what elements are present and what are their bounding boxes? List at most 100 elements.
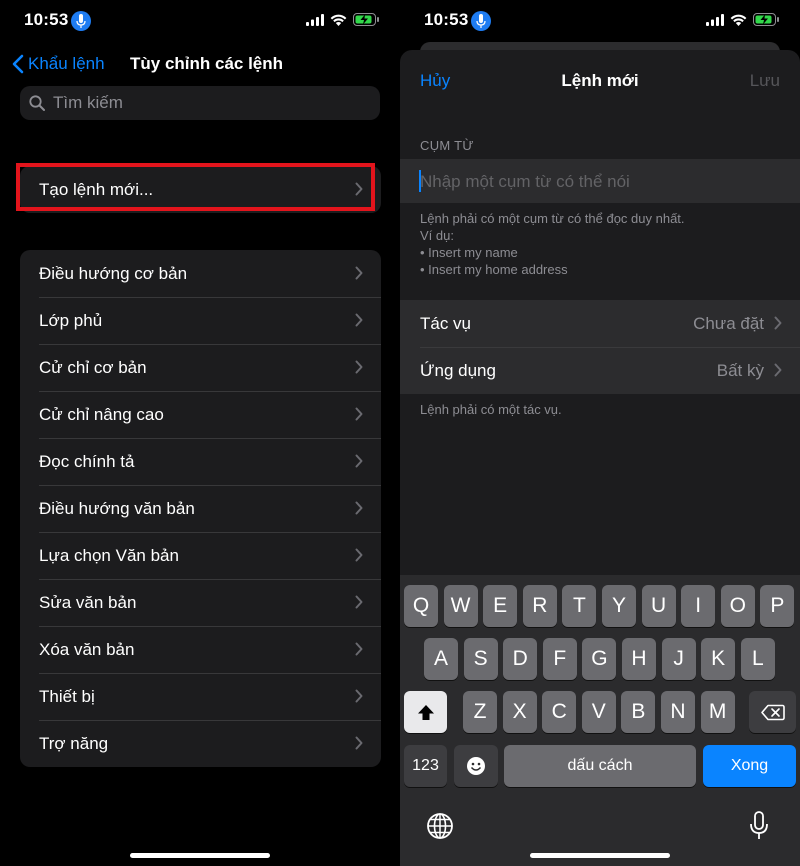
- letter-key[interactable]: B: [621, 691, 656, 733]
- command-category-row[interactable]: Điều hướng cơ bản: [20, 250, 381, 297]
- command-category-row[interactable]: Trợ năng: [20, 720, 381, 767]
- letter-key[interactable]: F: [542, 638, 577, 680]
- chevron-right-icon: [774, 316, 782, 335]
- command-category-row[interactable]: Lớp phủ: [20, 297, 381, 344]
- letter-key[interactable]: S: [463, 638, 498, 680]
- space-key[interactable]: dấu cách: [504, 745, 696, 787]
- help-line: Lệnh phải có một cụm từ có thể đọc duy n…: [420, 211, 685, 226]
- wifi-icon: [330, 14, 347, 26]
- status-indicators: [706, 13, 780, 26]
- status-bar: 10:53: [0, 0, 400, 44]
- globe-icon[interactable]: [426, 812, 454, 845]
- command-category-row[interactable]: Cử chỉ nâng cao: [20, 391, 381, 438]
- option-row[interactable]: Tác vụ Chưa đặt: [400, 300, 800, 347]
- command-category-row[interactable]: Cử chỉ cơ bản: [20, 344, 381, 391]
- command-category-row[interactable]: Lựa chọn Văn bản: [20, 532, 381, 579]
- letter-key[interactable]: C: [542, 691, 577, 733]
- letter-key[interactable]: N: [661, 691, 695, 733]
- letter-key[interactable]: E: [483, 585, 518, 627]
- letter-key[interactable]: L: [740, 638, 775, 680]
- command-category-label: Cử chỉ nâng cao: [39, 404, 164, 424]
- back-button-label: Khẩu lệnh: [28, 54, 105, 73]
- command-category-label: Thiết bị: [39, 686, 95, 706]
- option-value: Bất kỳ: [716, 361, 764, 380]
- backspace-icon: [760, 704, 785, 720]
- letter-key[interactable]: R: [522, 585, 557, 627]
- help-line: • Insert my home address: [420, 262, 568, 277]
- chevron-right-icon: [774, 363, 782, 382]
- command-category-label: Lựa chọn Văn bản: [39, 545, 179, 565]
- shift-key[interactable]: [404, 691, 447, 733]
- chevron-right-icon: [355, 266, 363, 285]
- letter-key[interactable]: Y: [602, 585, 636, 627]
- letter-key[interactable]: W: [443, 585, 478, 627]
- voice-commands-screen: 10:53 Khẩu lệnh Tùy chỉnh các lệnh Tìm k…: [0, 0, 400, 866]
- letter-key[interactable]: O: [720, 585, 755, 627]
- command-category-row[interactable]: Xóa văn bản: [20, 626, 381, 673]
- battery-charging-icon: [753, 13, 779, 26]
- letter-key[interactable]: T: [562, 585, 597, 627]
- chevron-right-icon: [355, 642, 363, 661]
- letter-key[interactable]: X: [502, 691, 537, 733]
- emoji-icon: [467, 757, 485, 775]
- letter-key[interactable]: H: [622, 638, 656, 680]
- done-key[interactable]: Xong: [703, 745, 796, 787]
- letter-key[interactable]: G: [582, 638, 617, 680]
- chevron-left-icon: [12, 54, 24, 74]
- chevron-right-icon: [355, 595, 363, 614]
- chevron-right-icon: [355, 501, 363, 520]
- save-button[interactable]: Lưu: [750, 71, 780, 91]
- option-value: Chưa đặt: [693, 314, 764, 333]
- search-placeholder: Tìm kiếm: [53, 93, 123, 112]
- dictation-mic-icon[interactable]: [749, 811, 769, 846]
- command-category-label: Xóa văn bản: [39, 639, 135, 659]
- cellular-signal-icon: [306, 13, 324, 26]
- letter-key[interactable]: D: [503, 638, 538, 680]
- command-category-label: Đọc chính tả: [39, 451, 135, 471]
- phrase-placeholder: Nhập một cụm từ có thể nói: [420, 172, 630, 191]
- navigation-bar: Khẩu lệnh Tùy chỉnh các lệnh: [0, 44, 400, 84]
- command-category-label: Lớp phủ: [39, 310, 103, 330]
- command-category-row[interactable]: Điều hướng văn bản: [20, 485, 381, 532]
- status-indicators: [306, 13, 380, 26]
- phrase-input[interactable]: Nhập một cụm từ có thể nói: [400, 159, 800, 203]
- letter-key[interactable]: V: [581, 691, 616, 733]
- microphone-icon: [471, 11, 491, 31]
- home-indicator: [130, 853, 270, 858]
- command-category-row[interactable]: Thiết bị: [20, 673, 381, 720]
- letter-key[interactable]: U: [641, 585, 676, 627]
- sheet-title: Lệnh mới: [561, 71, 639, 90]
- numbers-key[interactable]: 123: [404, 745, 447, 787]
- delete-key[interactable]: [749, 691, 796, 733]
- red-highlight-box: [16, 163, 375, 211]
- letter-key[interactable]: Q: [404, 585, 438, 627]
- chevron-right-icon: [355, 407, 363, 426]
- status-time: 10:53: [424, 10, 469, 29]
- search-icon: [29, 95, 45, 111]
- option-row[interactable]: Ứng dụng Bất kỳ: [400, 347, 800, 394]
- letter-key[interactable]: P: [760, 585, 795, 627]
- back-button[interactable]: Khẩu lệnh: [12, 54, 105, 74]
- letter-key[interactable]: J: [661, 638, 696, 680]
- command-category-label: Điều hướng văn bản: [39, 498, 195, 518]
- action-help-text: Lệnh phải có một tác vụ.: [420, 402, 562, 417]
- search-field[interactable]: Tìm kiếm: [20, 86, 380, 120]
- chevron-right-icon: [355, 736, 363, 755]
- command-category-label: Trợ năng: [39, 733, 109, 753]
- emoji-key[interactable]: [454, 745, 498, 787]
- chevron-right-icon: [355, 313, 363, 332]
- chevron-right-icon: [355, 689, 363, 708]
- command-category-row[interactable]: Đọc chính tả: [20, 438, 381, 485]
- letter-key[interactable]: K: [701, 638, 736, 680]
- command-categories-list: Điều hướng cơ bản Lớp phủ Cử chỉ cơ bản Cử …: [20, 250, 381, 767]
- letter-key[interactable]: A: [424, 638, 458, 680]
- letter-key[interactable]: M: [700, 691, 735, 733]
- letter-key[interactable]: I: [681, 585, 716, 627]
- status-bar: 10:53: [400, 0, 800, 44]
- command-category-row[interactable]: Sửa văn bản: [20, 579, 381, 626]
- letter-key[interactable]: Z: [463, 691, 497, 733]
- shift-arrow-icon: [417, 704, 434, 720]
- option-label: Tác vụ: [420, 314, 472, 333]
- cellular-signal-icon: [706, 13, 724, 26]
- wifi-icon: [730, 14, 747, 26]
